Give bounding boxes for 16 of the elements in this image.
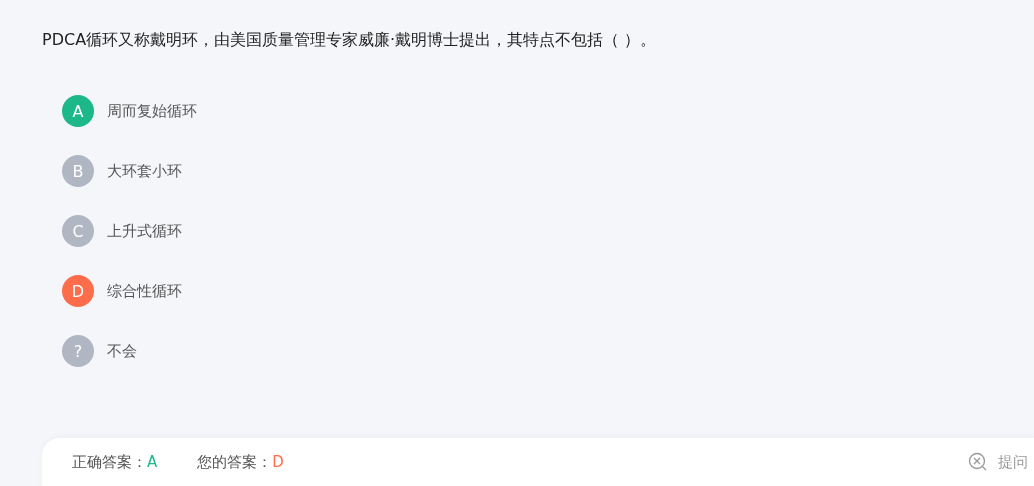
option-letter: C: [62, 215, 94, 247]
option-letter: D: [62, 275, 94, 307]
answer-option[interactable]: ? 不会: [62, 335, 137, 367]
correct-answer-label: 正确答案：: [72, 452, 147, 472]
answer-option[interactable]: B 大环套小环: [62, 155, 182, 187]
your-answer-value: D: [272, 453, 284, 471]
question-text: PDCA循环又称戴明环，由美国质量管理专家威廉·戴明博士提出，其特点不包括（ ）。: [41, 29, 658, 51]
answer-option[interactable]: C 上升式循环: [62, 215, 182, 247]
option-letter: ?: [62, 335, 94, 367]
answer-option[interactable]: A 周而复始循环: [62, 95, 197, 127]
option-letter: A: [62, 95, 94, 127]
your-answer-label: 您的答案：: [197, 452, 273, 472]
circled-x-icon[interactable]: [968, 452, 988, 472]
option-letter: B: [62, 155, 94, 187]
answer-option[interactable]: D 综合性循环: [62, 275, 182, 307]
correct-answer-value: A: [147, 453, 158, 471]
